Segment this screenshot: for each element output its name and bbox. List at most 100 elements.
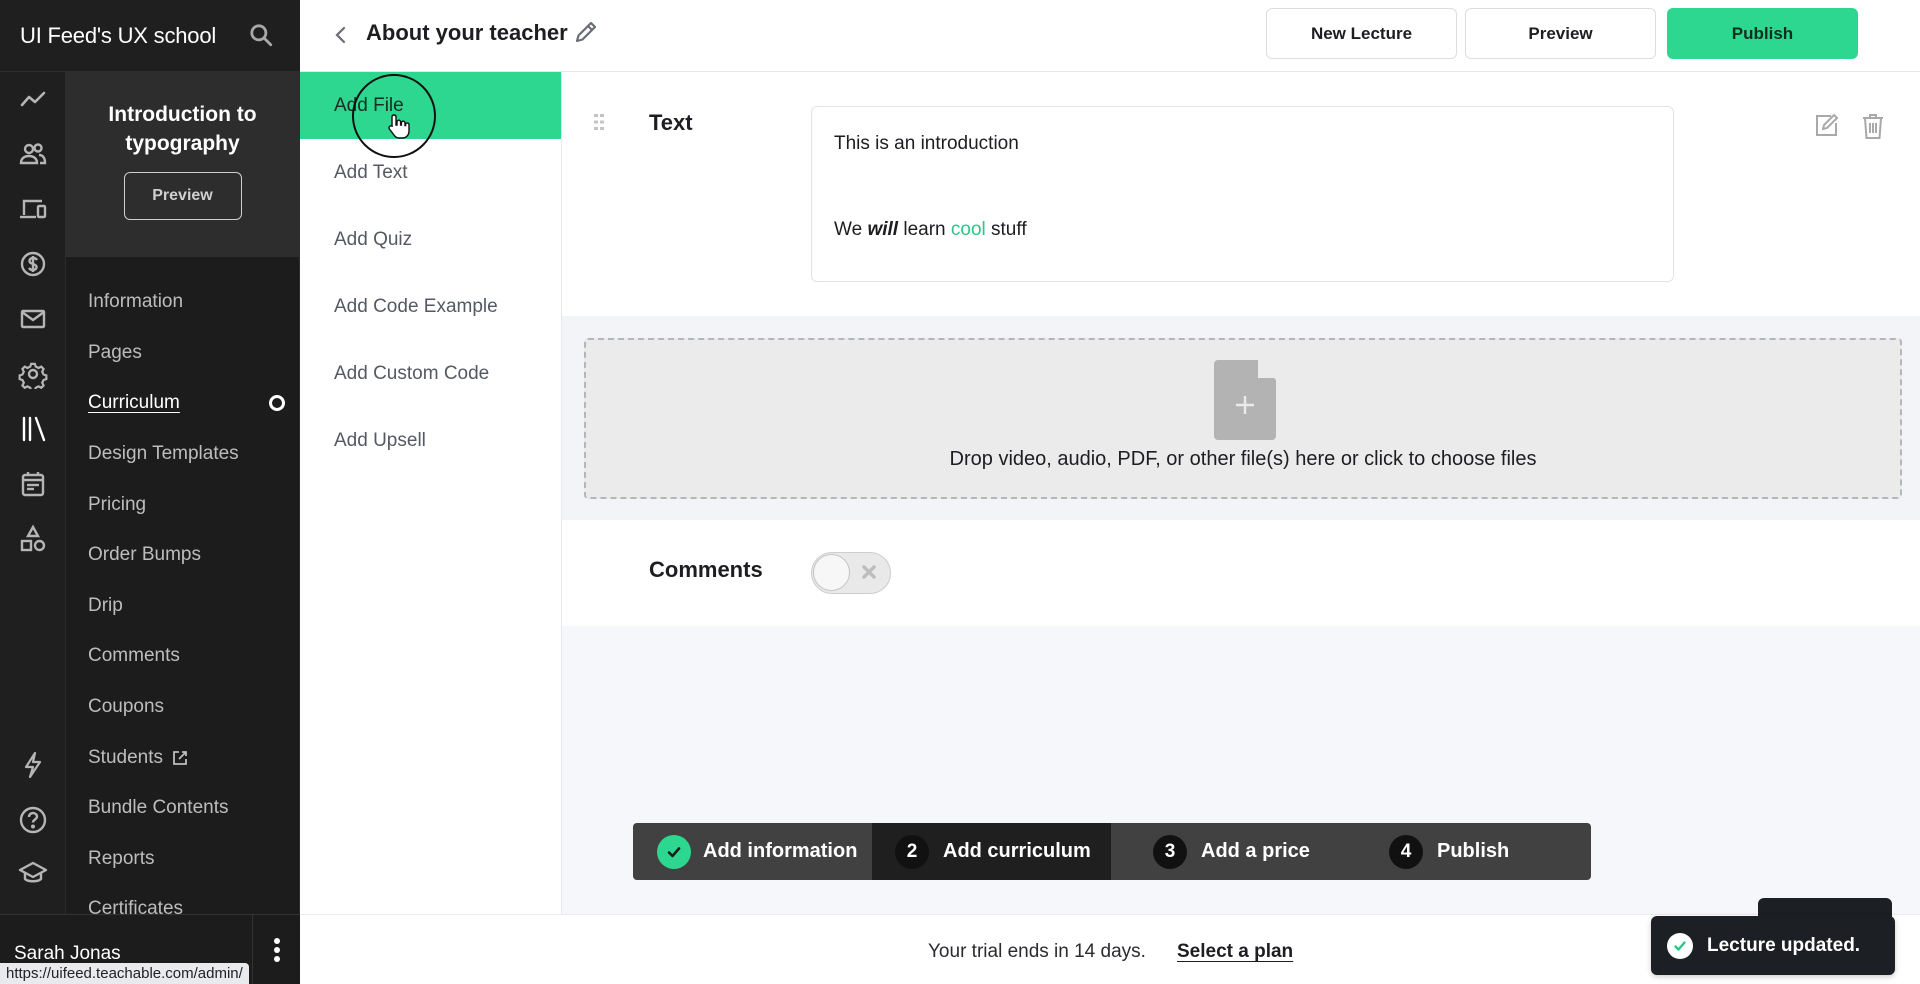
nav-item-label: Drip [88, 594, 123, 616]
text-fragment: stuff [991, 219, 1027, 240]
step-add-curriculum[interactable]: 2 Add curriculum [872, 823, 1111, 880]
nav-item-design-templates[interactable]: Design Templates [66, 429, 299, 480]
add-code-example-item[interactable]: Add Code Example [300, 273, 561, 340]
nav-item-label: Bundle Contents [88, 797, 229, 819]
nav-item-label: Curriculum [88, 392, 180, 414]
devices-icon[interactable] [16, 192, 50, 226]
school-name[interactable]: UI Feed's UX school [20, 23, 216, 49]
dollar-icon[interactable] [16, 247, 50, 281]
active-indicator-icon [269, 395, 285, 412]
user-name[interactable]: Sarah Jonas [14, 943, 121, 965]
toggle-knob [813, 554, 850, 591]
text-line-2: We will learn cool stuff [834, 219, 1651, 241]
hand-cursor-icon [388, 114, 410, 139]
drop-zone-text: Drop video, audio, PDF, or other file(s)… [949, 448, 1537, 470]
success-check-icon [1667, 932, 1693, 959]
edit-block-icon[interactable] [1812, 112, 1840, 140]
nav-item-students[interactable]: Students [66, 732, 299, 783]
text-fragment: We [834, 219, 863, 240]
lecture-editor: Text This is an introduction We will lea… [562, 72, 1920, 914]
publish-button[interactable]: Publish [1667, 8, 1858, 59]
nav-item-curriculum[interactable]: Curriculum [66, 378, 299, 429]
preview-button[interactable]: Preview [1465, 8, 1656, 59]
nav-item-label: Pages [88, 341, 142, 363]
comments-label: Comments [649, 557, 763, 582]
course-nav: Introduction to typography Preview Infor… [66, 72, 300, 914]
nav-item-drip[interactable]: Drip [66, 581, 299, 632]
course-card: Introduction to typography Preview [66, 72, 299, 257]
emphasis-text: will [867, 219, 899, 240]
course-nav-list: Information Pages Curriculum Design Temp… [66, 257, 299, 914]
mail-icon[interactable] [16, 302, 50, 336]
settings-icon[interactable] [16, 357, 50, 391]
text-block-label: Text [649, 110, 693, 135]
toast-message: Lecture updated. [1707, 934, 1861, 956]
course-preview-button[interactable]: Preview [123, 172, 242, 220]
lightning-icon[interactable] [16, 748, 50, 782]
text-content[interactable]: This is an introduction We will learn co… [811, 106, 1674, 282]
nav-item-comments[interactable]: Comments [66, 631, 299, 682]
step-publish[interactable]: 4 Publish [1369, 823, 1591, 880]
step-label: Publish [1437, 840, 1510, 862]
nav-item-pages[interactable]: Pages [66, 328, 299, 379]
external-link-icon [173, 750, 187, 765]
highlighted-text: cool [950, 219, 986, 240]
back-chevron-icon[interactable] [330, 24, 352, 46]
page-header: About your teacher New Lecture Preview P… [300, 0, 1920, 72]
comments-toggle[interactable] [811, 552, 891, 594]
nav-item-label: Reports [88, 847, 155, 869]
nav-item-label: Order Bumps [88, 544, 201, 566]
select-plan-link[interactable]: Select a plan [1177, 941, 1293, 963]
text-block: Text This is an introduction We will lea… [562, 72, 1920, 316]
step-number: 4 [1389, 834, 1423, 869]
course-title: Introduction to typography [108, 103, 257, 155]
pencil-icon[interactable] [572, 18, 600, 46]
step-add-information[interactable]: Add information [633, 823, 872, 880]
nav-item-reports[interactable]: Reports [66, 834, 299, 885]
add-upsell-item[interactable]: Add Upsell [300, 407, 561, 474]
graduation-cap-icon[interactable] [16, 856, 50, 890]
step-label: Add curriculum [943, 840, 1091, 862]
calendar-icon[interactable] [16, 467, 50, 501]
file-upload-section: Drop video, audio, PDF, or other file(s)… [562, 316, 1920, 520]
nav-item-label: Comments [88, 645, 180, 667]
nav-item-order-bumps[interactable]: Order Bumps [66, 530, 299, 581]
trash-icon[interactable] [1860, 112, 1886, 140]
nav-item-label: Students [88, 746, 163, 768]
step-number: 2 [895, 834, 929, 869]
nav-item-label: Information [88, 291, 184, 313]
new-lecture-button[interactable]: New Lecture [1266, 8, 1457, 59]
nav-item-certificates[interactable]: Certificates [66, 884, 299, 914]
add-custom-code-item[interactable]: Add Custom Code [300, 340, 561, 407]
add-text-item[interactable]: Add Text [300, 139, 561, 206]
trial-text: Your trial ends in 14 days. [928, 941, 1146, 962]
add-content-panel: Add File Add Text Add Quiz Add Code Exam… [300, 72, 562, 914]
help-icon[interactable] [16, 803, 50, 837]
setup-stepper: Add information 2 Add curriculum 3 Add a… [633, 823, 1591, 880]
nav-item-bundle-contents[interactable]: Bundle Contents [66, 783, 299, 834]
library-icon[interactable] [16, 412, 50, 446]
nav-item-coupons[interactable]: Coupons [66, 682, 299, 733]
toast-notification: Lecture updated. [1651, 916, 1895, 975]
text-line-1: This is an introduction [834, 133, 1019, 154]
comments-section: Comments [562, 520, 1920, 626]
file-drop-zone[interactable]: Drop video, audio, PDF, or other file(s)… [584, 338, 1902, 499]
text-fragment: learn [903, 219, 946, 240]
shapes-icon[interactable] [16, 522, 50, 556]
add-file-icon [1214, 360, 1276, 440]
icon-rail [0, 72, 66, 914]
users-icon[interactable] [16, 137, 50, 171]
more-vertical-icon[interactable] [252, 915, 300, 984]
add-quiz-item[interactable]: Add Quiz [300, 206, 561, 273]
search-icon[interactable] [248, 22, 274, 48]
step-add-price[interactable]: 3 Add a price [1111, 823, 1369, 880]
nav-item-information[interactable]: Information [66, 277, 299, 328]
step-label: Add information [703, 840, 858, 862]
nav-item-pricing[interactable]: Pricing [66, 479, 299, 530]
nav-item-label: Coupons [88, 696, 165, 718]
analytics-icon[interactable] [16, 82, 50, 116]
nav-item-label: Certificates [88, 898, 184, 914]
status-bar-url: https://uifeed.teachable.com/admin/ [0, 963, 249, 984]
toggle-off-x-icon [862, 565, 876, 579]
drag-handle-icon[interactable] [594, 114, 604, 130]
